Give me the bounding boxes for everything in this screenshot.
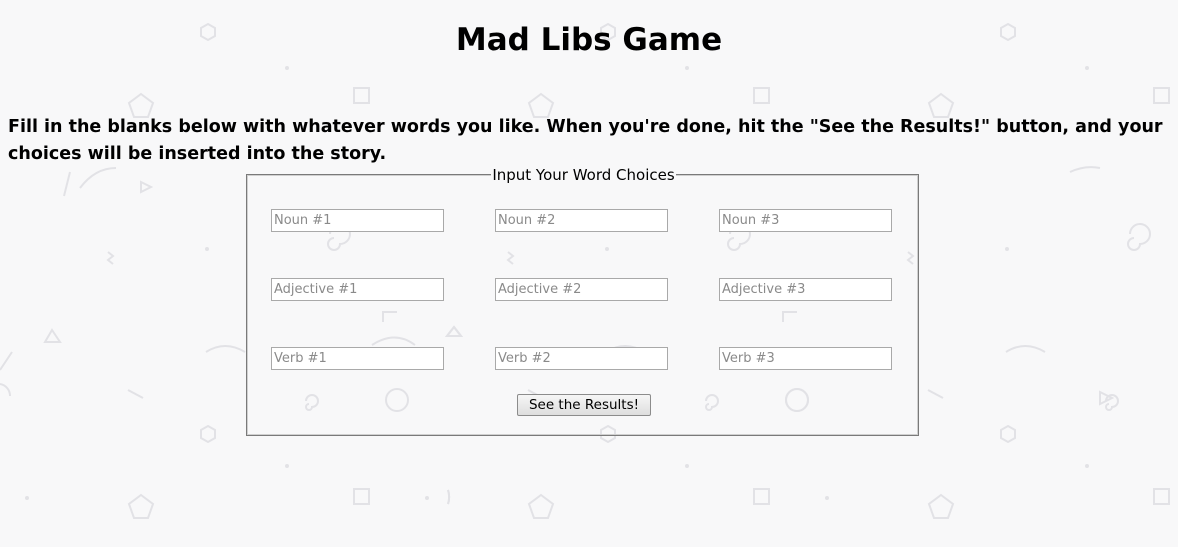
page-title: Mad Libs Game	[455, 22, 723, 58]
noun-1-input[interactable]	[271, 209, 444, 232]
verb-1-input[interactable]	[271, 347, 444, 370]
noun-2-input[interactable]	[495, 209, 668, 232]
verb-3-input[interactable]	[719, 347, 892, 370]
adjective-1-input[interactable]	[271, 278, 444, 301]
legend-text: Input Your Word Choices	[491, 166, 676, 184]
noun-3-input[interactable]	[719, 209, 892, 232]
adjective-3-input[interactable]	[719, 278, 892, 301]
adjective-2-input[interactable]	[495, 278, 668, 301]
word-choices-fieldset: Input Your Word Choices See the Results!	[246, 166, 919, 436]
see-results-button[interactable]: See the Results!	[517, 394, 651, 416]
instructions-text: Fill in the blanks below with whatever w…	[8, 117, 1163, 164]
verb-2-input[interactable]	[495, 347, 668, 370]
